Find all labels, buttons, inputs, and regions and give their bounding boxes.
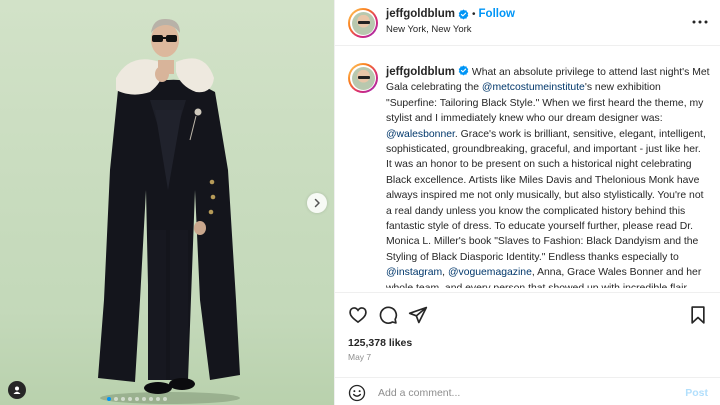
caption-avatar[interactable] [348, 63, 378, 93]
header-name-line: jeffgoldblum • Follow [386, 8, 515, 20]
carousel-indicator [107, 397, 167, 401]
carousel-dot [135, 397, 139, 401]
post-header: jeffgoldblum • Follow New York, New York [335, 0, 720, 46]
carousel-dot [114, 397, 118, 401]
share-icon[interactable] [408, 305, 428, 325]
more-options-icon[interactable] [691, 13, 709, 31]
comment-bar: Post [335, 377, 720, 405]
carousel-dot [156, 397, 160, 401]
avatar[interactable] [348, 8, 378, 38]
caption-text: jeffgoldblum What an absolute privilege … [386, 65, 712, 288]
comment-input[interactable] [378, 384, 658, 402]
comment-icon[interactable] [378, 305, 398, 325]
emoji-icon[interactable] [348, 384, 366, 402]
mention-link[interactable]: @instagram [386, 267, 442, 278]
carousel-dot [107, 397, 111, 401]
carousel-dot [149, 397, 153, 401]
header-separator: • [472, 8, 476, 20]
follow-button[interactable]: Follow [479, 8, 515, 20]
carousel-next-button[interactable] [307, 193, 327, 213]
caption-paragraph-2: It was an honor to be present on such a … [386, 157, 712, 288]
caption-username[interactable]: jeffgoldblum [386, 66, 455, 78]
mention-link[interactable]: @metcostumeinstitute [482, 82, 585, 93]
post-date[interactable]: May 7 [348, 352, 371, 362]
post-photo[interactable] [0, 0, 334, 405]
mention-link[interactable]: @walesbonner [386, 129, 455, 140]
verified-badge-icon [458, 8, 469, 20]
post-detail-panel: jeffgoldblum • Follow New York, New York… [334, 0, 720, 405]
carousel-dot [121, 397, 125, 401]
caption-segment: It was an honor to be present on such a … [386, 159, 704, 263]
mention-link[interactable]: @voguemagazine [448, 267, 532, 278]
carousel-dot [128, 397, 132, 401]
post-image-figure [98, 18, 240, 404]
post-location[interactable]: New York, New York [386, 24, 472, 35]
chevron-right-icon [314, 198, 320, 208]
heart-icon[interactable] [348, 305, 368, 325]
carousel-dot [142, 397, 146, 401]
verified-badge-icon [458, 65, 469, 76]
like-count[interactable]: 125,378 likes [348, 337, 412, 349]
caption-paragraph-1: jeffgoldblum What an absolute privilege … [386, 65, 712, 157]
header-username[interactable]: jeffgoldblum [386, 8, 455, 20]
post-comment-button[interactable]: Post [685, 387, 708, 399]
post-actions [335, 292, 720, 336]
post-caption: jeffgoldblum What an absolute privilege … [335, 55, 720, 288]
bookmark-icon[interactable] [688, 305, 708, 325]
tagged-users-button[interactable] [8, 381, 26, 399]
user-tag-icon [13, 386, 21, 394]
carousel-dot [163, 397, 167, 401]
